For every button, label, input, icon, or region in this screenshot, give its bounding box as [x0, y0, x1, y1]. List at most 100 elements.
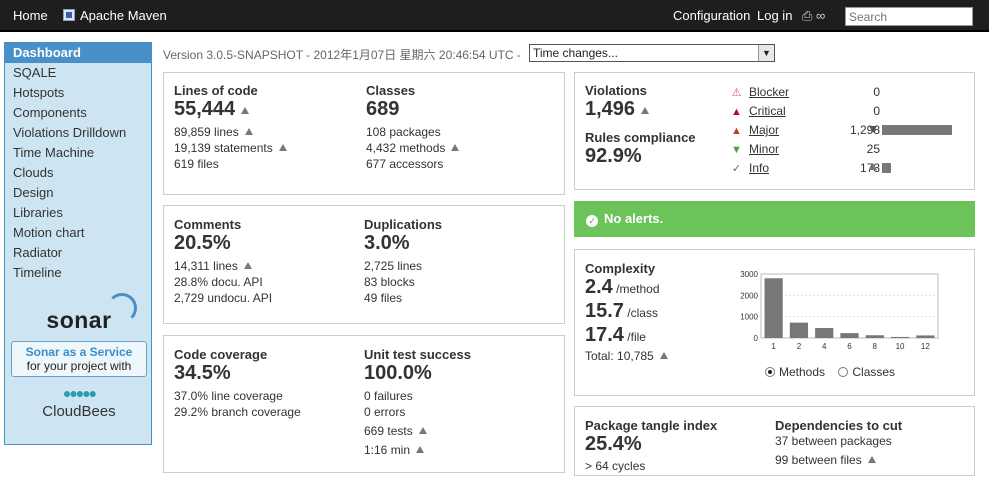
cloudbees-logo[interactable]: ●●●●● CloudBees — [11, 385, 147, 420]
chart-bar-10[interactable] — [890, 336, 910, 338]
y-tick-label: 0 — [754, 334, 759, 343]
coverage-widget: Code coverage 34.5% 37.0% line coverage … — [163, 335, 565, 473]
rules-compliance-value[interactable]: 92.9% — [585, 145, 696, 167]
comment-lines[interactable]: 14,311 lines — [174, 258, 272, 274]
search-input[interactable] — [845, 7, 973, 26]
x-tick-label: 12 — [921, 342, 930, 351]
complexity-total[interactable]: Total: 10,785 — [585, 348, 668, 364]
lines-of-code-value[interactable]: 55,444 — [174, 98, 287, 120]
branch-coverage[interactable]: 29.2% branch coverage — [174, 404, 301, 420]
dependencies-to-cut-label: Dependencies to cut — [775, 418, 903, 433]
sonar-promo[interactable]: sonar Sonar as a Service for your projec… — [11, 293, 147, 420]
radio-unselected-icon — [838, 367, 849, 377]
chart-bar-4[interactable] — [815, 327, 834, 338]
sidebar-item-violations-drilldown[interactable]: Violations Drilldown — [5, 123, 151, 143]
sidebar-item-hotspots[interactable]: Hotspots — [5, 83, 151, 103]
duplicated-files[interactable]: 49 files — [364, 290, 442, 306]
minor-link[interactable]: Minor — [749, 142, 779, 156]
chart-bar-2[interactable] — [789, 322, 809, 338]
complexity-per-file[interactable]: 17.4 /file — [585, 324, 668, 346]
sidebar-item-radiator[interactable]: Radiator — [5, 243, 151, 263]
severity-list: ⚠ Blocker 0 ▲ Critical 0 ▲ Major 1,298 ▼ Min… — [730, 84, 970, 179]
x-tick-label: 1 — [771, 342, 776, 351]
documented-api[interactable]: 28.8% docu. API — [174, 274, 272, 290]
chart-bar-6[interactable] — [840, 333, 859, 338]
chevron-down-icon[interactable]: ▼ — [758, 45, 774, 61]
complexity-per-method[interactable]: 2.4 /method — [585, 276, 668, 298]
saas-banner[interactable]: Sonar as a Service for your project with — [11, 341, 147, 377]
accessors-count[interactable]: 677 accessors — [366, 156, 459, 172]
sidebar-item-libraries[interactable]: Libraries — [5, 203, 151, 223]
duplicated-blocks[interactable]: 83 blocks — [364, 274, 442, 290]
package-tangle-value[interactable]: 25.4% — [585, 433, 717, 455]
code-coverage-value[interactable]: 34.5% — [174, 362, 301, 384]
login-link[interactable]: Log in — [757, 8, 792, 23]
sidebar-item-time-machine[interactable]: Time Machine — [5, 143, 151, 163]
sidebar-item-sqale[interactable]: SQALE — [5, 63, 151, 83]
x-tick-label: 8 — [873, 342, 878, 351]
alerts-text: No alerts. — [604, 211, 664, 226]
severity-row-blocker[interactable]: ⚠ Blocker 0 — [730, 84, 970, 103]
sidebar-item-clouds[interactable]: Clouds — [5, 163, 151, 183]
sidebar-item-motion-chart[interactable]: Motion chart — [5, 223, 151, 243]
methods-radio[interactable]: Methods — [765, 365, 825, 379]
x-tick-label: 6 — [847, 342, 852, 351]
duplications-label: Duplications — [364, 217, 443, 232]
trend-up-icon — [244, 128, 253, 135]
sidebar-item-design[interactable]: Design — [5, 183, 151, 203]
statements-count[interactable]: 19,139 statements — [174, 140, 287, 156]
print-and-permalink-icons[interactable]: ⎙ ∞ — [802, 8, 825, 24]
severity-row-minor[interactable]: ▼ Minor 25 — [730, 141, 970, 160]
print-icon[interactable]: ⎙ — [802, 8, 812, 23]
sidebar-item-timeline[interactable]: Timeline — [5, 263, 151, 283]
home-link[interactable]: Home — [13, 8, 48, 23]
violations-widget: Violations 1,496 Rules compliance 92.9% … — [574, 72, 975, 190]
blocker-link[interactable]: Blocker — [749, 85, 789, 99]
test-errors[interactable]: 0 errors — [364, 404, 471, 420]
package-tangle-label: Package tangle index — [585, 418, 718, 433]
complexity-widget: Complexity 2.4 /method 15.7 /class 17.4 … — [574, 249, 975, 396]
chart-bar-8[interactable] — [865, 335, 884, 338]
project-link[interactable]: Apache Maven — [63, 8, 167, 23]
comments-value[interactable]: 20.5% — [174, 232, 272, 254]
packages-count[interactable]: 108 packages — [366, 124, 459, 140]
sonar-logo-text: sonar — [46, 307, 112, 333]
info-link[interactable]: Info — [749, 161, 769, 175]
critical-link[interactable]: Critical — [749, 104, 786, 118]
test-count[interactable]: 669 tests — [364, 423, 471, 439]
violations-label: Violations — [585, 83, 647, 98]
lines-count[interactable]: 89,859 lines — [174, 124, 287, 140]
undocumented-api[interactable]: 2,729 undocu. API — [174, 290, 272, 306]
critical-count: 0 — [873, 104, 880, 118]
severity-row-major[interactable]: ▲ Major 1,298 — [730, 122, 970, 141]
severity-row-info[interactable]: ✓ Info 173 — [730, 160, 970, 179]
line-coverage[interactable]: 37.0% line coverage — [174, 388, 301, 404]
files-count[interactable]: 619 files — [174, 156, 287, 172]
methods-count[interactable]: 4,432 methods — [366, 140, 460, 156]
cycles-count[interactable]: > 64 cycles — [585, 458, 717, 474]
severity-row-critical[interactable]: ▲ Critical 0 — [730, 103, 970, 122]
between-files[interactable]: 99 between files — [775, 452, 902, 468]
sidebar-item-components[interactable]: Components — [5, 103, 151, 123]
duplicated-lines[interactable]: 2,725 lines — [364, 258, 442, 274]
major-link[interactable]: Major — [749, 123, 779, 137]
trend-up-icon — [418, 427, 427, 434]
chart-bar-1[interactable] — [764, 278, 783, 338]
duplications-value[interactable]: 3.0% — [364, 232, 442, 254]
test-duration[interactable]: 1:16 min — [364, 442, 471, 458]
classes-value[interactable]: 689 — [366, 98, 459, 120]
permalink-icon[interactable]: ∞ — [816, 8, 825, 23]
time-changes-select[interactable]: Time changes... ▼ — [529, 44, 775, 62]
trend-down-icon — [869, 126, 877, 133]
size-widget: Lines of code 55,444 89,859 lines 19,139… — [163, 72, 565, 195]
violations-value[interactable]: 1,496 — [585, 98, 696, 120]
configuration-link[interactable]: Configuration — [673, 8, 750, 23]
classes-radio[interactable]: Classes — [838, 365, 895, 379]
test-failures[interactable]: 0 failures — [364, 388, 471, 404]
complexity-per-class[interactable]: 15.7 /class — [585, 300, 668, 322]
sidebar-item-dashboard[interactable]: Dashboard — [5, 43, 151, 63]
between-packages[interactable]: 37 between packages — [775, 433, 902, 449]
chart-bar-12[interactable] — [916, 335, 935, 338]
unit-test-success-value[interactable]: 100.0% — [364, 362, 471, 384]
y-tick-label: 3000 — [740, 270, 758, 279]
